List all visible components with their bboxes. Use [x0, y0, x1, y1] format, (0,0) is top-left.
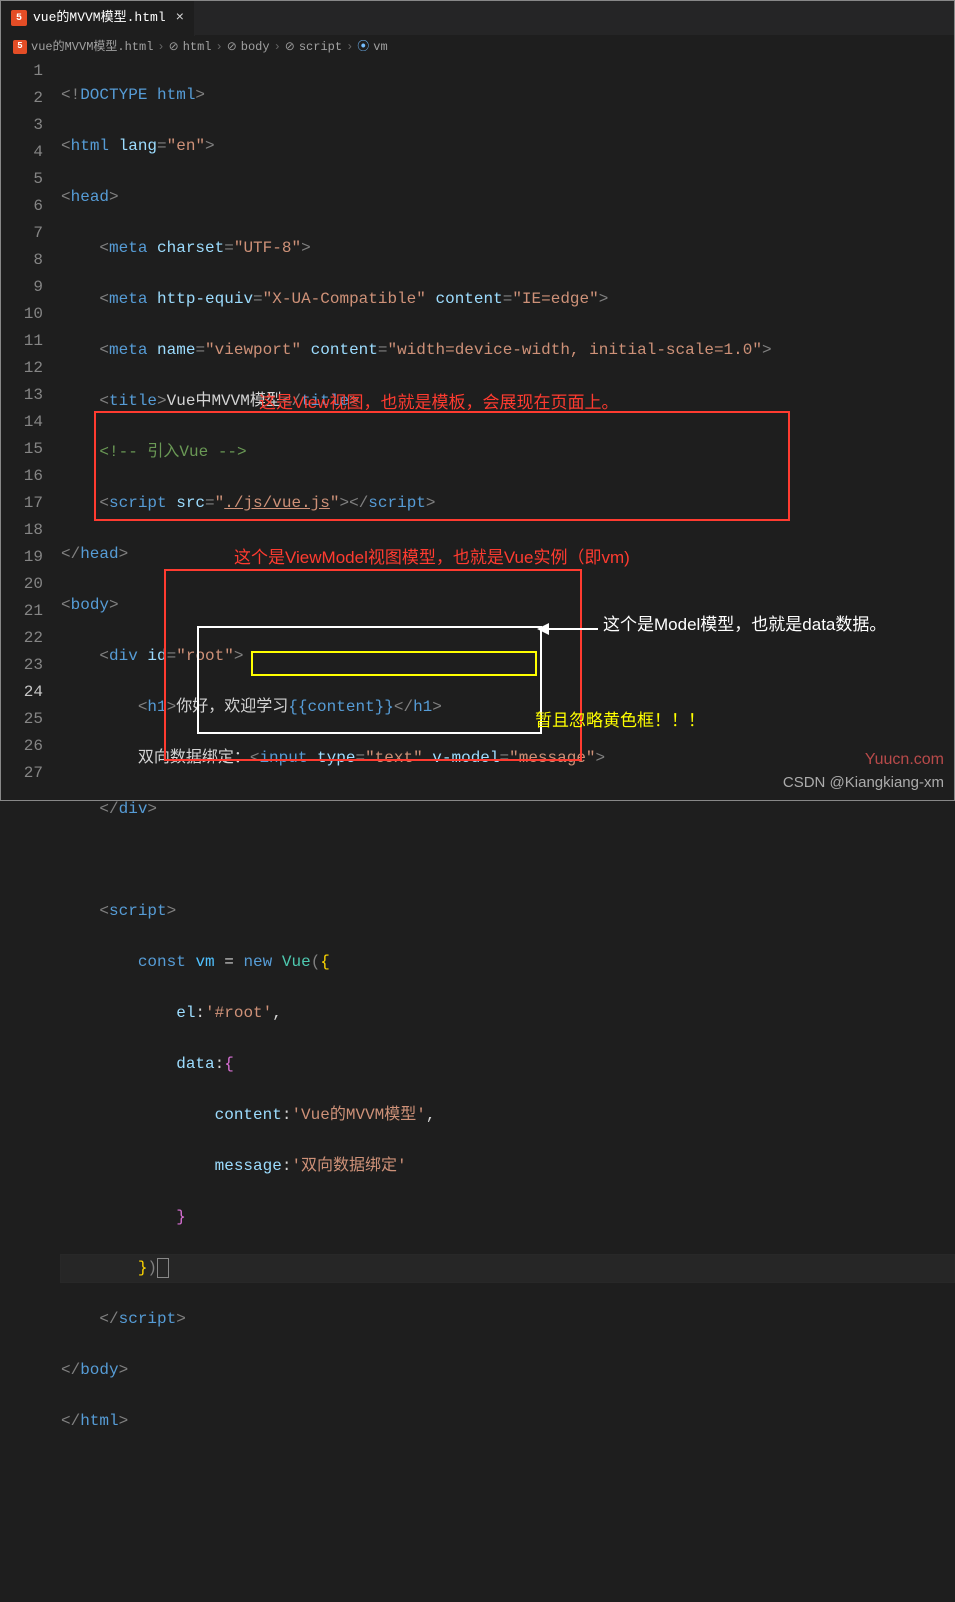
line-number: 9 [1, 274, 43, 301]
line-number: 18 [1, 517, 43, 544]
code-line: content:'Vue的MVVM模型', [61, 1102, 954, 1129]
code-line: </body> [61, 1357, 954, 1384]
code-line: <!DOCTYPE html> [61, 82, 954, 109]
line-number: 16 [1, 463, 43, 490]
line-number: 22 [1, 625, 43, 652]
code-line: <script> [61, 898, 954, 925]
breadcrumb-item[interactable]: ⊘body [227, 38, 270, 56]
breadcrumb-item[interactable]: ⦿vm [357, 38, 387, 56]
line-number: 17 [1, 490, 43, 517]
line-number: 4 [1, 139, 43, 166]
code-line: <!-- 引入Vue --> [61, 439, 954, 466]
code-line: } [61, 1204, 954, 1231]
annotation-ignore: 暂且忽略黄色框！！！ [535, 708, 705, 734]
code-line: <meta http-equiv="X-UA-Compatible" conte… [61, 286, 954, 313]
html5-icon: 5 [13, 40, 27, 54]
code-line: <head> [61, 184, 954, 211]
code-line: <meta name="viewport" content="width=dev… [61, 337, 954, 364]
line-number: 3 [1, 112, 43, 139]
arrow-line [542, 628, 598, 630]
line-number: 26 [1, 733, 43, 760]
line-number-gutter: 1234567891011121314151617181920212223242… [1, 58, 61, 800]
breadcrumb-item[interactable]: ⊘html [169, 38, 212, 56]
close-icon[interactable]: × [176, 8, 184, 29]
code-line: <script src="./js/vue.js"></script> [61, 490, 954, 517]
code-line [61, 847, 954, 874]
line-number: 8 [1, 247, 43, 274]
annotation-viewmodel: 这个是ViewModel视图模型，也就是Vue实例（即vm) [234, 545, 630, 571]
line-number: 15 [1, 436, 43, 463]
line-number: 10 [1, 301, 43, 328]
arrow-head-icon [537, 623, 549, 635]
code-line: el:'#root', [61, 1000, 954, 1027]
line-number: 1 [1, 58, 43, 85]
annotation-model: 这个是Model模型，也就是data数据。 [603, 612, 886, 638]
tab-bar: 5 vue的MVVM模型.html × [1, 1, 954, 36]
breadcrumb-file[interactable]: vue的MVVM模型.html [31, 38, 153, 56]
line-number: 12 [1, 355, 43, 382]
line-number: 21 [1, 598, 43, 625]
code-line: <h1>你好，欢迎学习{{content}}</h1> [61, 694, 954, 721]
chevron-right-icon: › [157, 38, 164, 56]
code-line: <html lang="en"> [61, 133, 954, 160]
line-number: 13 [1, 382, 43, 409]
line-number: 24 [1, 679, 43, 706]
code-line: const vm = new Vue({ [61, 949, 954, 976]
annotation-view: 这是View视图，也就是模板，会展现在页面上。 [259, 390, 619, 416]
code-line: </html> [61, 1408, 954, 1435]
chevron-right-icon: › [216, 38, 223, 56]
code-line: <meta charset="UTF-8"> [61, 235, 954, 262]
breadcrumb: 5 vue的MVVM模型.html › ⊘html › ⊘body › ⊘scr… [1, 36, 954, 58]
chevron-right-icon: › [274, 38, 281, 56]
code-line: }) [61, 1255, 954, 1282]
code-line: message:'双向数据绑定' [61, 1153, 954, 1180]
code-line: 双向数据绑定：<input type="text" v-model="messa… [61, 745, 954, 772]
tab-label: vue的MVVM模型.html [33, 8, 166, 28]
code-line: <div id="root"> [61, 643, 954, 670]
line-number: 27 [1, 760, 43, 787]
code-editor[interactable]: 1234567891011121314151617181920212223242… [1, 58, 954, 800]
line-number: 7 [1, 220, 43, 247]
line-number: 14 [1, 409, 43, 436]
watermark-yuucn: Yuucn.com [865, 748, 944, 772]
line-number: 20 [1, 571, 43, 598]
line-number: 5 [1, 166, 43, 193]
html5-icon: 5 [11, 10, 27, 26]
line-number: 23 [1, 652, 43, 679]
watermark-csdn: CSDN @Kiangkiang-xm [783, 772, 944, 795]
code-area[interactable]: <!DOCTYPE html> <html lang="en"> <head> … [61, 58, 954, 800]
line-number: 19 [1, 544, 43, 571]
chevron-right-icon: › [346, 38, 353, 56]
line-number: 2 [1, 85, 43, 112]
breadcrumb-item[interactable]: ⊘script [285, 38, 342, 56]
code-line: </script> [61, 1306, 954, 1333]
code-line: </div> [61, 796, 954, 823]
file-tab[interactable]: 5 vue的MVVM模型.html × [1, 1, 195, 36]
line-number: 6 [1, 193, 43, 220]
code-line: data:{ [61, 1051, 954, 1078]
line-number: 25 [1, 706, 43, 733]
line-number: 11 [1, 328, 43, 355]
